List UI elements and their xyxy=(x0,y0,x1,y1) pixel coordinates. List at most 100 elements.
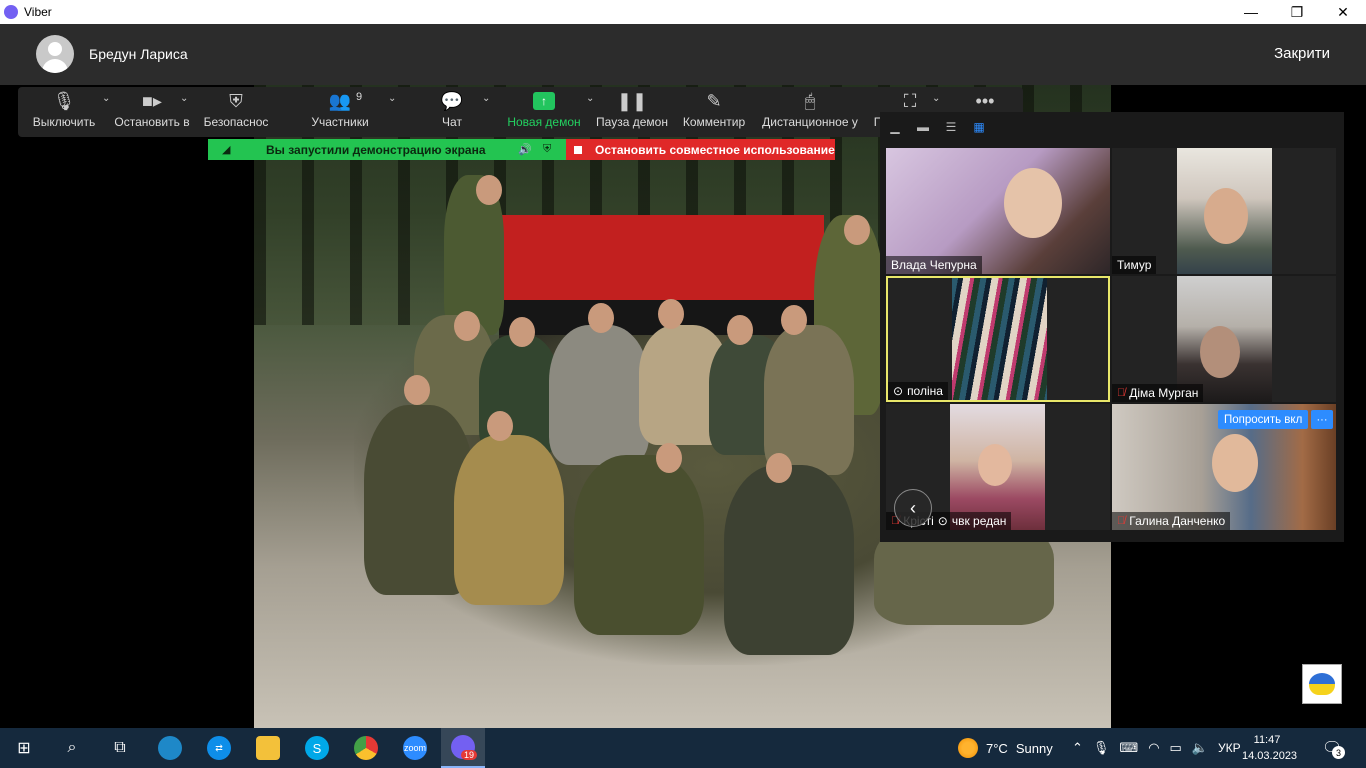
shield-icon: ⛨ xyxy=(229,90,243,111)
search-button[interactable]: ⌕ xyxy=(50,728,94,768)
system-tray: ⌃ 🎙 ⌨ ◠ ▭ 🔈 УКР xyxy=(1072,728,1241,768)
window-title-bar: Viber — ❐ ✕ xyxy=(0,0,1366,24)
clock[interactable]: 11:47 14.03.2023 xyxy=(1242,732,1298,764)
windows-logo-icon: ⊞ xyxy=(17,740,31,757)
speaker-icon[interactable]: 🔊 xyxy=(518,143,532,156)
microphone-icon: 🎙 xyxy=(52,90,76,111)
pause-icon: ❚❚ xyxy=(616,90,648,111)
skype-icon: S xyxy=(305,736,329,760)
ellipsis-icon: ••• xyxy=(975,90,995,111)
chevron-down-icon[interactable]: ⌄ xyxy=(586,93,594,104)
chevron-down-icon[interactable]: ⌄ xyxy=(102,93,110,104)
taskbar-skype[interactable]: S xyxy=(295,728,339,768)
sharing-status-banner[interactable]: ◢ Вы запустили демонстрацию экрана 🔊 ⛨ xyxy=(208,139,566,160)
chevron-down-icon[interactable]: ⌄ xyxy=(388,93,396,104)
language-indicator[interactable]: УКР xyxy=(1218,741,1241,755)
viber-badge: 19 xyxy=(460,750,477,760)
screenshot-icon: ⛶ xyxy=(903,90,917,111)
taskbar-edge[interactable] xyxy=(148,728,192,768)
weather-widget[interactable]: 7°C Sunny xyxy=(958,728,1053,768)
weather-temp: 7°C xyxy=(986,740,1008,756)
single-view-icon[interactable]: ▬ xyxy=(914,120,932,134)
stop-sharing-button[interactable]: Остановить совместное использование xyxy=(566,139,835,160)
task-view-button[interactable]: ⧉ xyxy=(98,728,142,768)
volume-icon[interactable]: 🔈 xyxy=(1192,740,1208,756)
folder-icon xyxy=(256,736,280,760)
participant-name: Влада Чепурна xyxy=(886,256,982,274)
participant-name: Тимур xyxy=(1112,256,1157,274)
participant-name: 🎙̸ Діма Мурган xyxy=(1112,384,1204,402)
participants-button[interactable]: 👥 Участники 9 ⌄ xyxy=(306,87,396,137)
participant-gallery: ▁ ▬ ☰ ▦ Влада Чепурна Тимур ⊙ поліна 🎙̸ … xyxy=(880,112,1344,542)
pause-share-button[interactable]: ❚❚ Пауза демон xyxy=(596,87,668,137)
close-call-button[interactable]: Закрити xyxy=(1274,45,1330,62)
clock-date: 14.03.2023 xyxy=(1242,750,1298,762)
search-icon: ⌕ xyxy=(67,739,77,756)
chevron-down-icon[interactable]: ⌄ xyxy=(932,93,940,104)
security-button[interactable]: ⛨ Безопаснос xyxy=(202,87,270,137)
chevron-up-icon[interactable]: ⌃ xyxy=(1072,740,1083,756)
participant-tile[interactable]: Влада Чепурна xyxy=(886,148,1110,274)
participants-count: 9 xyxy=(356,91,363,103)
task-view-icon: ⧉ xyxy=(114,739,126,756)
taskbar-zoom[interactable]: zoom xyxy=(393,728,437,768)
speaker-view-icon[interactable]: ☰ xyxy=(942,120,960,134)
zoom-icon: zoom xyxy=(403,736,427,760)
chat-button[interactable]: 💬 Чат ⌄ xyxy=(432,87,491,137)
battery-icon[interactable]: ▭ xyxy=(1170,740,1182,756)
mouse-icon: 🖱 xyxy=(804,90,816,111)
edge-icon xyxy=(158,736,182,760)
pen-icon: ✎ xyxy=(706,90,722,111)
window-title: Viber xyxy=(24,5,52,19)
teamviewer-icon: ⇄ xyxy=(207,736,231,760)
microphone-icon[interactable]: 🎙 xyxy=(1093,740,1110,756)
stop-icon xyxy=(574,145,582,154)
sharing-status-text: Вы запустили демонстрацию экрана xyxy=(266,142,486,157)
minimize-icon[interactable]: — xyxy=(1228,0,1274,24)
shield-icon: ⛨ xyxy=(543,143,552,155)
drag-handle-icon[interactable]: ◢ xyxy=(222,143,230,156)
chevron-left-icon: ‹ xyxy=(910,497,916,518)
taskbar-viber[interactable]: 19 xyxy=(441,728,485,768)
avatar xyxy=(36,35,74,73)
remote-control-button[interactable]: 🖱 Дистанционное у xyxy=(761,87,859,137)
chrome-icon xyxy=(354,736,378,760)
ask-to-unmute-button[interactable]: Попросить вкл xyxy=(1218,410,1309,429)
taskbar-chrome[interactable] xyxy=(344,728,388,768)
chat-icon: 💬 xyxy=(440,90,464,111)
participant-more-button[interactable]: ··· xyxy=(1311,410,1333,429)
minimize-gallery-icon[interactable]: ▁ xyxy=(886,120,904,134)
weather-text: Sunny xyxy=(1015,740,1053,756)
annotate-button[interactable]: ✎ Комментир xyxy=(682,87,746,137)
call-header: Бредун Лариса Закрити xyxy=(0,24,1366,85)
stop-video-button[interactable]: ■▸ Остановить в ⌄ xyxy=(114,87,190,137)
taskbar-teamviewer[interactable]: ⇄ xyxy=(197,728,241,768)
gallery-view-icon[interactable]: ▦ xyxy=(970,120,988,134)
participant-tile-active[interactable]: ⊙ поліна xyxy=(886,276,1110,402)
mute-button[interactable]: 🎙 Выключить ⌄ xyxy=(32,87,111,137)
chevron-down-icon[interactable]: ⌄ xyxy=(482,93,490,104)
notification-count: 3 xyxy=(1332,746,1345,759)
keyboard-icon[interactable]: ⌨ xyxy=(1119,740,1138,756)
participant-tile[interactable]: 🎙̸ Діма Мурган xyxy=(1112,276,1336,402)
previous-page-button[interactable]: ‹ xyxy=(894,489,932,527)
participant-name: 🎙̸ Галина Данченко xyxy=(1112,512,1231,530)
start-button[interactable]: ⊞ xyxy=(2,728,46,768)
new-share-button[interactable]: ↑ Новая демон ⌄ xyxy=(506,87,594,137)
video-spotlight-icon: ⊙ xyxy=(937,514,948,528)
caller-name: Бредун Лариса xyxy=(89,46,188,62)
notification-center-button[interactable]: 🗨 3 xyxy=(1322,738,1345,759)
taskbar-explorer[interactable] xyxy=(246,728,290,768)
share-screen-icon: ↑ xyxy=(533,92,555,110)
participants-icon: 👥 xyxy=(328,90,352,111)
muted-mic-icon: 🎙̸ xyxy=(1117,387,1126,399)
muted-mic-icon: 🎙̸ xyxy=(1117,515,1126,527)
participant-tile[interactable]: Тимур xyxy=(1112,148,1336,274)
close-icon[interactable]: ✕ xyxy=(1320,0,1366,24)
restore-icon[interactable]: ❐ xyxy=(1274,0,1320,24)
wifi-icon[interactable]: ◠ xyxy=(1148,740,1159,756)
clock-time: 11:47 xyxy=(1253,734,1281,746)
participant-name: ⊙ поліна xyxy=(888,382,948,400)
video-camera-icon: ■▸ xyxy=(142,90,162,111)
chevron-down-icon[interactable]: ⌄ xyxy=(180,93,188,104)
